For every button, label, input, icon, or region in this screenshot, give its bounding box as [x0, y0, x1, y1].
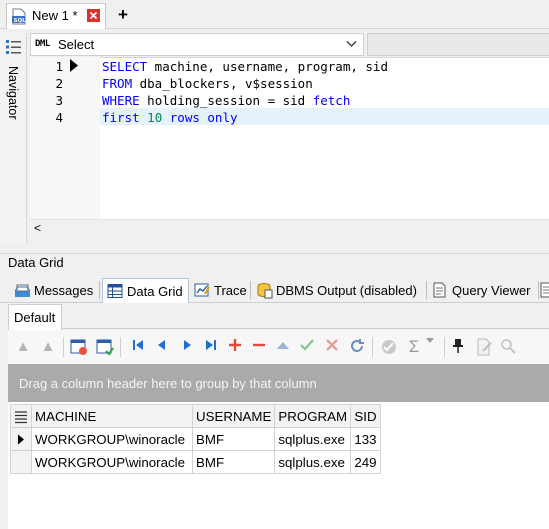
cell-username[interactable]: BMF [191, 450, 276, 474]
column-header-program[interactable]: PROGRAM [274, 404, 352, 428]
tab-query-viewer[interactable]: Query Viewer [428, 278, 537, 302]
document-tab-label: New 1 * [32, 8, 78, 23]
navigator-panel [0, 33, 27, 243]
secondary-select[interactable] [367, 33, 549, 56]
panel-title: Data Grid [8, 255, 64, 270]
refresh-grid-icon[interactable] [70, 338, 88, 356]
sql-file-icon: SQL [11, 8, 27, 25]
column-header-sid[interactable]: SID [350, 404, 381, 428]
tab-separator [426, 281, 427, 299]
cancel-edit-icon[interactable] [325, 338, 343, 356]
code-line-2: FROM dba_blockers, v$session [102, 76, 313, 91]
line-number: 2 [55, 76, 63, 91]
overflow-tab-icon[interactable] [540, 282, 549, 298]
line-number: 4 [55, 110, 63, 125]
current-statement-marker-icon [70, 59, 78, 72]
svg-text:SQL: SQL [14, 18, 27, 24]
dbms-output-icon [256, 282, 273, 299]
toolbar-separator [444, 337, 445, 357]
tab-dbms-output[interactable]: DBMS Output (disabled) [252, 278, 424, 302]
grid-header-row: MACHINE USERNAME PROGRAM SID [10, 404, 381, 428]
tab-label: DBMS Output (disabled) [276, 283, 417, 298]
line-number: 1 [55, 59, 63, 74]
tab-messages[interactable]: Messages [10, 278, 98, 302]
tab-label: Messages [34, 283, 94, 298]
column-header-machine[interactable]: MACHINE [31, 404, 193, 428]
new-tab-button[interactable]: + [110, 4, 136, 28]
chevron-down-icon [346, 40, 357, 48]
tab-separator [188, 281, 189, 299]
grid-icon [107, 283, 123, 299]
pin-icon[interactable] [451, 338, 469, 356]
next-record-icon[interactable] [180, 338, 198, 356]
column-header-username[interactable]: USERNAME [191, 404, 276, 428]
tab-data-grid[interactable]: Data Grid [102, 278, 189, 303]
horizontal-scrollbar[interactable] [30, 219, 549, 237]
edit-up-icon[interactable] [276, 338, 294, 356]
tab-separator [538, 281, 539, 299]
dml-icon: DML [35, 39, 50, 49]
data-grid: MACHINE USERNAME PROGRAM SID WORKGROUP\w… [10, 404, 381, 474]
cell-program[interactable]: sqlplus.exe [274, 427, 352, 451]
save-grid-icon[interactable] [96, 338, 114, 356]
toolbar-separator [63, 337, 64, 357]
navigator-label[interactable]: Navigator [3, 66, 23, 128]
refresh-icon[interactable] [349, 338, 367, 356]
list-icon[interactable] [5, 38, 23, 56]
code-line-4: first 10 rows only [102, 110, 238, 125]
filter-icon[interactable] [380, 338, 398, 356]
row-indicator-header[interactable] [10, 404, 32, 428]
sum-icon[interactable]: Σ [405, 338, 423, 356]
first-record-icon[interactable] [131, 338, 149, 356]
tab-label: Trace [214, 283, 247, 298]
table-row[interactable]: WORKGROUP\winoracle BMF sqlplus.exe 249 [10, 450, 381, 474]
trace-icon [194, 282, 211, 298]
last-record-icon[interactable] [204, 338, 222, 356]
query-viewer-icon [432, 282, 447, 298]
tab-label: Data Grid [127, 284, 183, 299]
tab-separator [250, 281, 251, 299]
import-icon[interactable]: ▲ [39, 338, 57, 356]
code-line-3: WHERE holding_session = sid fetch [102, 93, 351, 108]
code-line-1: SELECT machine, username, program, sid [102, 59, 388, 74]
scroll-left-button[interactable]: < [34, 222, 48, 234]
row-indicator[interactable] [10, 450, 32, 474]
tab-label: Default [14, 310, 56, 325]
cell-machine[interactable]: WORKGROUP\winoracle [31, 427, 193, 451]
cell-sid[interactable]: 133 [350, 427, 381, 451]
cell-machine[interactable]: WORKGROUP\winoracle [31, 450, 193, 474]
cell-program[interactable]: sqlplus.exe [274, 450, 352, 474]
tab-default[interactable]: Default [8, 304, 62, 330]
statement-type-value: Select [58, 37, 95, 52]
table-row[interactable]: WORKGROUP\winoracle BMF sqlplus.exe 133 [10, 427, 381, 451]
tab-separator [99, 281, 100, 299]
tab-label: Query Viewer [452, 283, 531, 298]
search-icon[interactable] [500, 338, 518, 356]
tab-trace[interactable]: Trace [190, 278, 248, 302]
cell-username[interactable]: BMF [191, 427, 276, 451]
messages-icon [14, 282, 31, 298]
add-record-icon[interactable] [228, 338, 246, 356]
group-by-hint: Drag a column header here to group by th… [19, 376, 317, 391]
delete-record-icon[interactable] [252, 338, 270, 356]
document-tab-new-1[interactable]: SQL New 1 * [6, 3, 106, 29]
splitter[interactable] [0, 243, 549, 253]
previous-record-icon[interactable] [155, 338, 173, 356]
grid-view-tab-bar [8, 303, 549, 329]
close-icon[interactable] [87, 9, 100, 22]
statement-type-select[interactable]: DML Select [30, 33, 364, 56]
row-indicator[interactable] [10, 427, 32, 451]
post-edit-icon[interactable] [300, 338, 318, 356]
line-number: 3 [55, 93, 63, 108]
cell-sid[interactable]: 249 [350, 450, 381, 474]
export-icon[interactable]: ▲ [14, 338, 32, 356]
edit-document-icon[interactable] [475, 338, 493, 356]
panel-header [0, 253, 549, 273]
toolbar-separator [372, 337, 373, 357]
toolbar-separator [120, 337, 121, 357]
chevron-down-icon[interactable] [426, 338, 444, 356]
